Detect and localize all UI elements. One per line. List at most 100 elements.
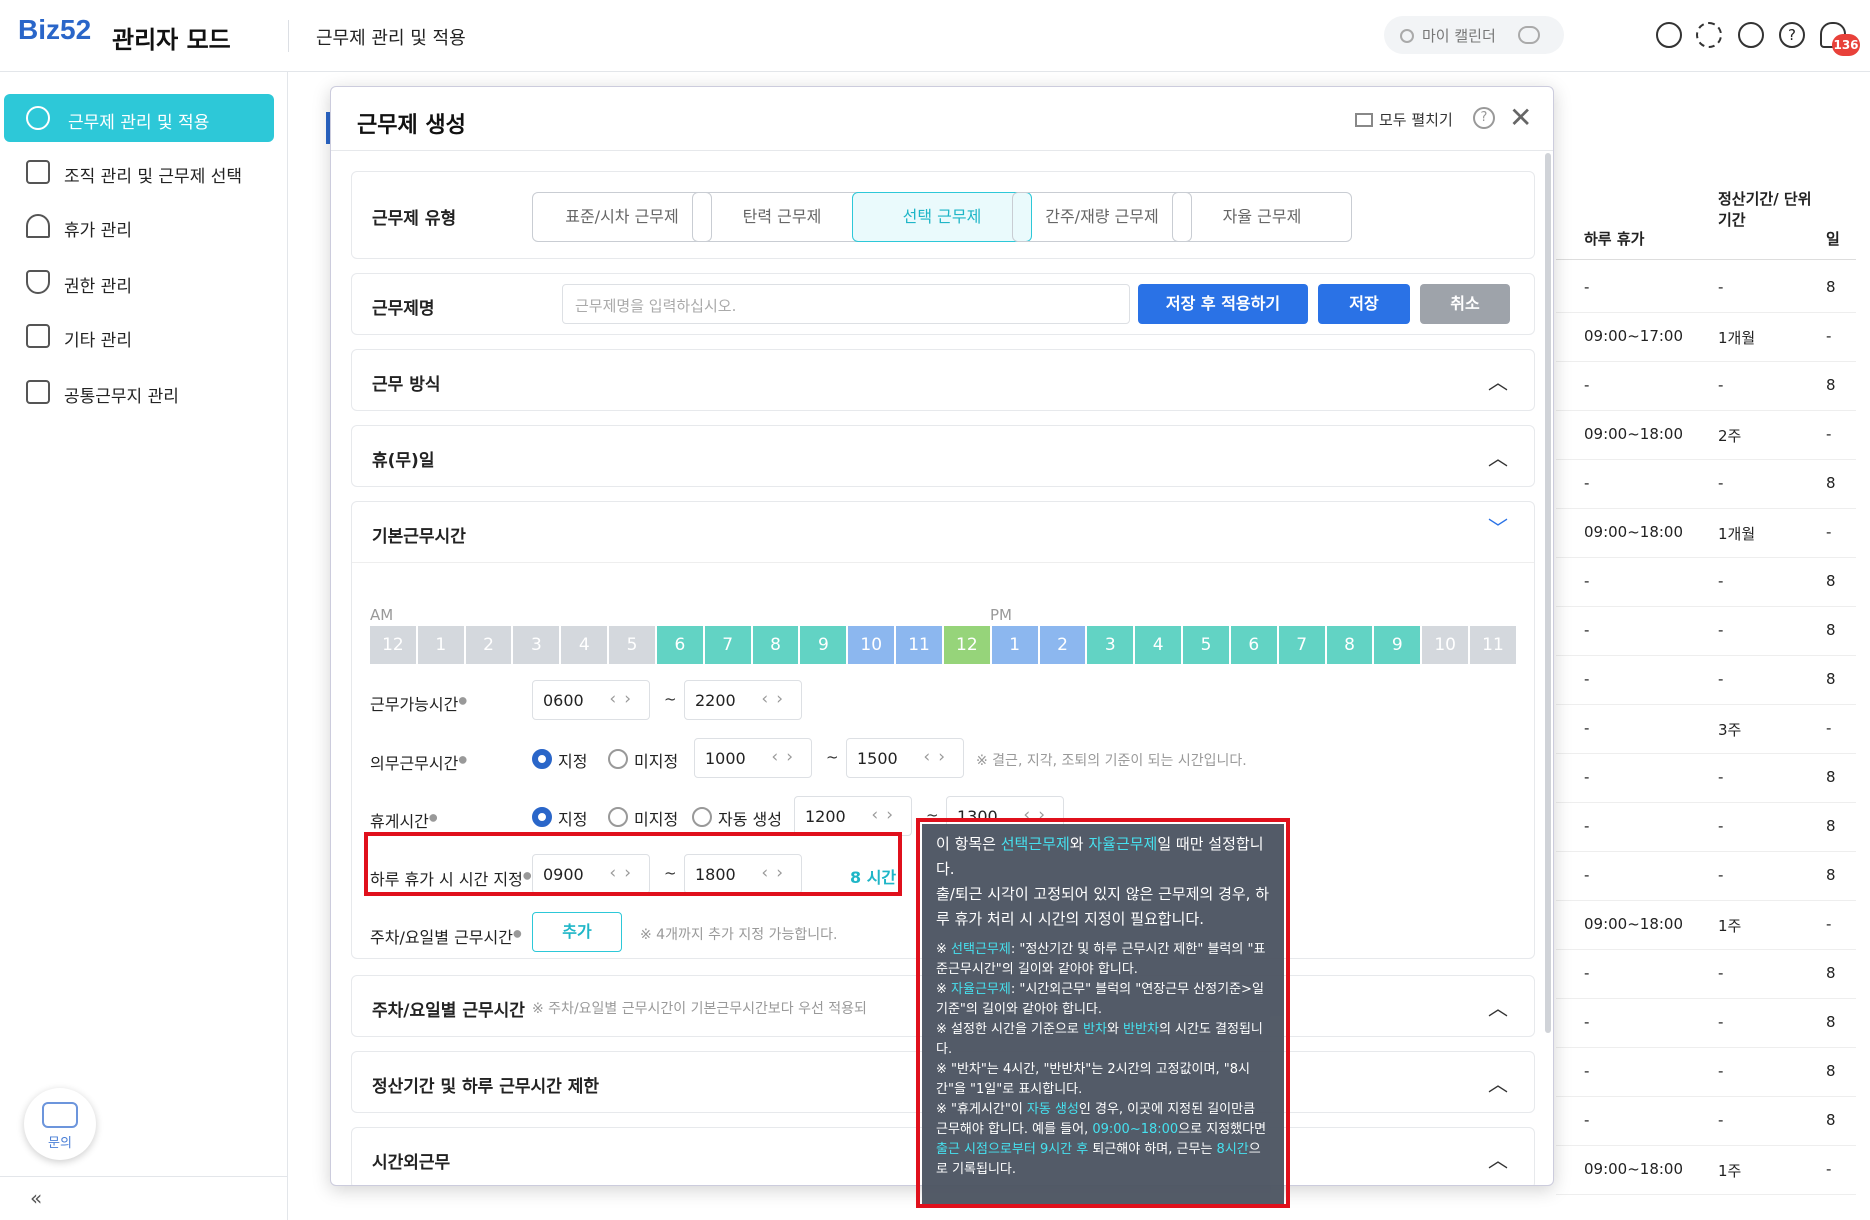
chevron-up-icon[interactable]: ︿	[1488, 1144, 1508, 1173]
table-row-divider	[1556, 753, 1856, 754]
add-weekly-button[interactable]: 추가	[532, 912, 622, 952]
name-panel: 근무제명 근무제명을 입력하십시오. 저장 후 적용하기 저장 취소	[351, 273, 1535, 335]
radio-label: 미지정	[634, 810, 679, 829]
hour-cell: 1	[991, 626, 1040, 664]
table-row-divider	[1556, 1096, 1856, 1097]
save-and-apply-button[interactable]: 저장 후 적용하기	[1138, 284, 1308, 324]
chevron-up-icon[interactable]: ︿	[1488, 366, 1508, 395]
stepper-arrows-icon[interactable]: ‹›	[923, 747, 953, 767]
table-cell: -	[1718, 866, 1724, 884]
weekly-hours-label: 주차/요일별 근무시간●	[370, 928, 522, 947]
table-cell: -	[1718, 376, 1724, 394]
type-standard-button[interactable]: 표준/시차 근무제	[532, 192, 712, 242]
hour-cell: 5	[1183, 626, 1231, 664]
stepper-arrows-icon[interactable]: ‹›	[761, 689, 791, 709]
stepper-arrows-icon[interactable]: ‹›	[771, 747, 801, 767]
inquiry-chat-button[interactable]: 문의	[24, 1088, 96, 1160]
break-undesignate-radio[interactable]	[608, 807, 628, 827]
table-row-divider	[1556, 361, 1856, 362]
type-deemed-button[interactable]: 간주/재량 근무제	[1012, 192, 1192, 242]
break-auto-radio[interactable]	[692, 807, 712, 827]
break-designate-radio[interactable]	[532, 807, 552, 827]
chevron-up-icon[interactable]: ︿	[1488, 992, 1508, 1021]
save-button[interactable]: 저장	[1318, 284, 1410, 324]
modal-header: 근무제 생성 모두 펼치기 ? ✕	[331, 87, 1553, 151]
table-cell: 09:00~18:00	[1584, 523, 1684, 541]
sidebar-item-organization[interactable]: 조직 관리 및 근무제 선택	[0, 148, 288, 196]
type-label: 근무제 유형	[372, 209, 457, 229]
account-icon[interactable]	[1738, 22, 1764, 48]
section-title: 휴(무)일	[372, 451, 435, 471]
sidebar-item-workplace[interactable]: 공통근무지 관리	[0, 368, 288, 416]
gear-icon[interactable]	[1696, 22, 1722, 48]
hour-cell: 9	[1374, 626, 1423, 664]
core-designate-radio[interactable]	[532, 749, 552, 769]
table-cell: 8	[1826, 278, 1836, 296]
users-icon[interactable]	[1518, 26, 1540, 44]
table-cell: -	[1584, 719, 1590, 737]
hour-cell: 11	[896, 626, 944, 664]
table-row-divider	[1556, 508, 1856, 509]
work-system-name-input[interactable]: 근무제명을 입력하십시오.	[562, 284, 1130, 324]
type-selective-button[interactable]: 선택 근무제	[852, 192, 1032, 242]
sidebar-item-work-system[interactable]: 근무제 관리 및 적용	[4, 94, 274, 142]
table-cell: -	[1584, 964, 1590, 982]
table-cell: -	[1584, 670, 1590, 688]
tilde: ~	[664, 690, 677, 708]
available-end-input[interactable]: 2200 ‹›	[684, 680, 802, 720]
hour-cell: 2	[465, 626, 514, 664]
table-row-divider	[1556, 851, 1856, 852]
type-autonomous-button[interactable]: 자율 근무제	[1172, 192, 1352, 242]
close-icon[interactable]: ✕	[1509, 101, 1532, 134]
stepper-arrows-icon[interactable]: ‹›	[609, 689, 639, 709]
table-cell: -	[1584, 817, 1590, 835]
umbrella-icon	[26, 214, 50, 238]
holiday-section[interactable]: 휴(무)일 ︿	[351, 425, 1535, 487]
core-undesignate-radio[interactable]	[608, 749, 628, 769]
sidebar-item-label: 기타 관리	[64, 331, 132, 351]
table-cell: -	[1584, 768, 1590, 786]
table-cell: -	[1584, 621, 1590, 639]
expand-all-button[interactable]: 모두 펼치기	[1355, 109, 1453, 130]
help-icon[interactable]: ?	[1779, 22, 1805, 48]
chevron-down-icon[interactable]: ﹀	[1488, 512, 1508, 541]
section-title: 주차/요일별 근무시간	[372, 1001, 525, 1021]
table-row-divider	[1556, 949, 1856, 950]
weekly-add-note: ※ 4개까지 추가 지정 가능합니다.	[640, 927, 838, 943]
table-cell: -	[1584, 866, 1590, 884]
chevron-up-icon[interactable]: ︿	[1488, 1068, 1508, 1097]
sidebar-item-permission[interactable]: 권한 관리	[0, 258, 288, 306]
sidebar-item-etc[interactable]: 기타 관리	[0, 312, 288, 360]
tooltip-line: 이 항목은 선택근무제와 자율근무제일 때만 설정합니다.	[936, 835, 1264, 878]
sidebar-item-label: 근무제 관리 및 적용	[68, 113, 210, 133]
name-label: 근무제명	[372, 299, 435, 319]
stepper-arrows-icon[interactable]: ‹›	[871, 805, 901, 825]
table-cell: -	[1584, 572, 1590, 590]
table-cell: -	[1826, 719, 1832, 737]
core-start-input[interactable]: 1000 ‹›	[694, 738, 812, 778]
break-start-input[interactable]: 1200 ‹›	[794, 796, 912, 836]
core-end-input[interactable]: 1500 ‹›	[846, 738, 964, 778]
table-cell: 09:00~18:00	[1584, 1160, 1684, 1178]
work-method-section[interactable]: 근무 방식 ︿	[351, 349, 1535, 411]
am-label: AM	[370, 606, 394, 624]
background-table	[1552, 150, 1870, 1170]
scrollbar[interactable]	[1545, 153, 1551, 1033]
pie-chart-icon[interactable]	[1656, 22, 1682, 48]
collapse-sidebar-icon[interactable]: «	[30, 1186, 42, 1210]
chevron-up-icon[interactable]: ︿	[1488, 442, 1508, 471]
tooltip-line: 출/퇴근 시각이 고정되어 있지 않은 근무제의 경우, 하루 휴가 처리 시 …	[936, 885, 1270, 928]
radio-label: 자동 생성	[718, 810, 782, 829]
table-cell: 8	[1826, 621, 1836, 639]
table-cell: -	[1718, 1062, 1724, 1080]
cancel-button[interactable]: 취소	[1420, 284, 1510, 324]
table-cell: 8	[1826, 1013, 1836, 1031]
table-cell: -	[1718, 621, 1724, 639]
available-start-input[interactable]: 0600 ‹›	[532, 680, 650, 720]
table-cell: -	[1826, 915, 1832, 933]
help-icon[interactable]: ?	[1473, 107, 1495, 129]
sidebar-item-vacation[interactable]: 휴가 관리	[0, 202, 288, 250]
biz52-logo[interactable]: Biz52	[18, 14, 91, 46]
divider	[352, 562, 1534, 563]
type-flexible-button[interactable]: 탄력 근무제	[692, 192, 872, 242]
